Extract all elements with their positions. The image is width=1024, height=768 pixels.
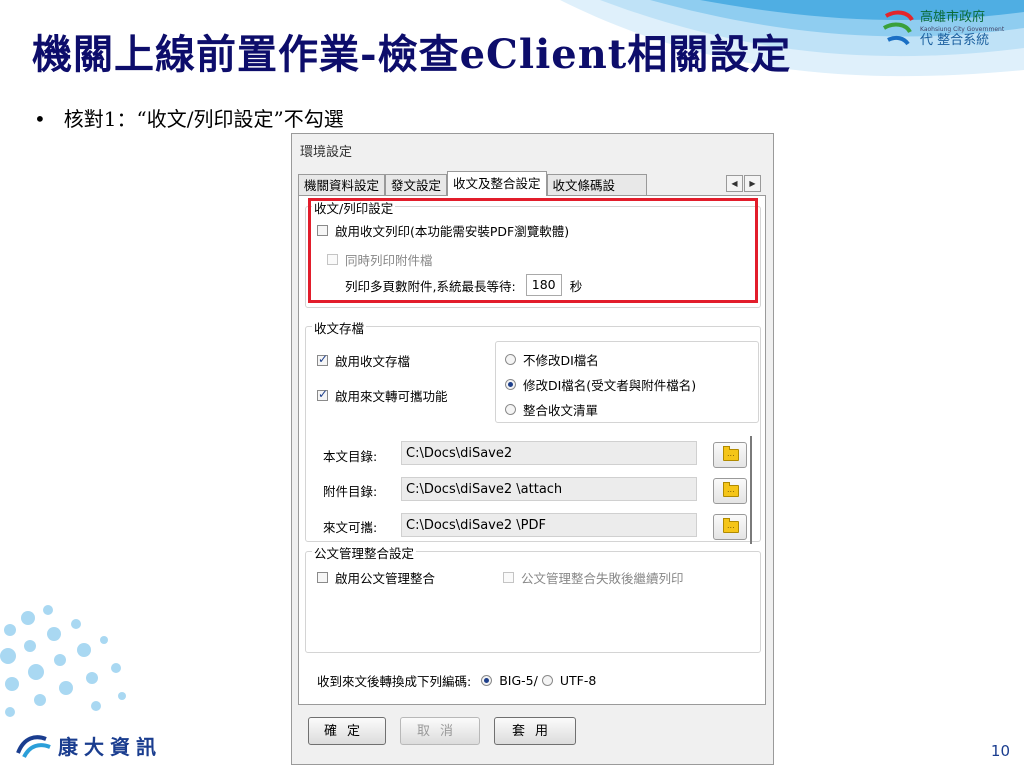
tab-dispatch-settings[interactable]: 發文設定 xyxy=(385,174,448,196)
rename-modify-label: 修改DI檔名(受文者與附件檔名) xyxy=(523,378,697,393)
page-number: 10 xyxy=(990,742,1010,760)
tab-scroll-left-icon[interactable]: ◀ xyxy=(726,175,743,192)
portable-dir-browse-button[interactable]: ... xyxy=(713,514,747,540)
attach-dir-browse-button[interactable]: ... xyxy=(713,478,747,504)
enable-archive-checkbox[interactable] xyxy=(317,352,328,366)
archive-group-title: 收文存檔 xyxy=(312,318,367,337)
encoding-utf8-radio[interactable] xyxy=(541,675,553,686)
enable-print-label: 啟用收文列印(本功能需安裝PDF瀏覽軟體) xyxy=(335,224,570,239)
continue-print-option: 公文管理整合失敗後繼續列印 xyxy=(503,568,684,587)
government-english-name: Kaohsiung City Government xyxy=(920,26,1005,33)
enable-archive-label: 啟用收文存檔 xyxy=(335,354,411,369)
print-wait-row: 列印多頁數附件,系統最長等待: 180 秒 xyxy=(345,274,582,296)
encoding-big5-label: BIG-5/ xyxy=(499,673,538,688)
continue-print-checkbox xyxy=(503,572,514,583)
print-attachments-label: 同時列印附件檔 xyxy=(345,253,433,268)
enable-integration-option[interactable]: 啟用公文管理整合 xyxy=(317,568,435,587)
company-logo-icon xyxy=(16,734,51,758)
scroll-divider xyxy=(750,436,752,544)
enable-portable-label: 啟用來文轉可攜功能 xyxy=(335,389,448,404)
encoding-row: 收到來文後轉換成下列編碼: BIG-5/ UTF-8 xyxy=(317,671,596,690)
encoding-label: 收到來文後轉換成下列編碼: xyxy=(317,674,472,689)
enable-integration-checkbox[interactable] xyxy=(317,572,328,583)
portable-dir-input[interactable]: C:\Docs\diSave2 \PDF xyxy=(401,513,697,537)
continue-print-label: 公文管理整合失敗後繼續列印 xyxy=(521,571,684,586)
ok-button[interactable]: 確定 xyxy=(308,717,386,745)
kaohsiung-government-logo: 高雄市政府 Kaohsiung City Government 代 整合系統 xyxy=(878,6,1018,60)
rename-list-radio[interactable] xyxy=(505,404,516,415)
environment-settings-dialog: 環境設定 機關資料設定 發文設定 收文及整合設定 收文條碼設 ◀ ▶ 收文/列印… xyxy=(291,133,774,765)
enable-print-option[interactable]: 啟用收文列印(本功能需安裝PDF瀏覽軟體) xyxy=(317,221,569,240)
attach-dir-label: 附件目錄: xyxy=(323,484,378,499)
folder-icon: ... xyxy=(723,518,739,533)
folder-icon: ... xyxy=(723,482,739,497)
bullet-point: • 核對1：“收文/列印設定”不勾選 xyxy=(34,103,344,132)
rename-option-modify[interactable]: 修改DI檔名(受文者與附件檔名) xyxy=(505,375,696,394)
rename-option-list[interactable]: 整合收文清單 xyxy=(505,400,598,419)
integration-group-title: 公文管理整合設定 xyxy=(312,543,417,562)
enable-archive-option[interactable]: 啟用收文存檔 xyxy=(317,351,410,370)
encoding-utf8-label: UTF-8 xyxy=(559,673,597,688)
body-dir-label: 本文目錄: xyxy=(323,449,378,464)
tab-agency-data[interactable]: 機關資料設定 xyxy=(298,174,386,196)
company-name: 康大資訊 xyxy=(58,735,162,759)
print-wait-unit: 秒 xyxy=(569,278,583,294)
portable-dir-label: 來文可攜: xyxy=(323,520,378,535)
enable-portable-checkbox[interactable] xyxy=(317,387,328,401)
cancel-button: 取消 xyxy=(400,717,480,745)
rename-keep-radio[interactable] xyxy=(505,354,516,365)
print-wait-label: 列印多頁數附件,系統最長等待: xyxy=(345,278,516,294)
government-name: 高雄市政府 xyxy=(920,10,986,25)
enable-print-checkbox[interactable] xyxy=(317,225,328,236)
rename-option-keep[interactable]: 不修改DI檔名 xyxy=(505,350,599,369)
apply-button[interactable]: 套用 xyxy=(494,717,576,745)
company-logo: 康大資訊 xyxy=(16,731,162,760)
folder-icon: ... xyxy=(723,446,739,461)
print-wait-input[interactable]: 180 xyxy=(525,274,562,296)
rename-list-label: 整合收文清單 xyxy=(523,403,599,418)
bullet-text: 核對1：“收文/列印設定”不勾選 xyxy=(63,107,344,131)
integration-group: 公文管理整合設定 xyxy=(305,543,761,653)
attach-dir-input[interactable]: C:\Docs\diSave2 \attach xyxy=(401,477,697,501)
tab-scroll-right-icon[interactable]: ▶ xyxy=(744,175,761,192)
print-attachments-option: 同時列印附件檔 xyxy=(327,250,433,269)
tab-bar: 機關資料設定 發文設定 收文及整合設定 收文條碼設 xyxy=(298,171,647,196)
government-emblem-icon xyxy=(882,10,914,46)
encoding-big5-radio[interactable] xyxy=(481,675,493,686)
enable-portable-option[interactable]: 啟用來文轉可攜功能 xyxy=(317,386,448,405)
print-attachments-checkbox xyxy=(327,254,338,265)
tab-receive-integration[interactable]: 收文及整合設定 xyxy=(447,171,547,196)
rename-keep-label: 不修改DI檔名 xyxy=(523,353,599,368)
dialog-title: 環境設定 xyxy=(300,145,353,160)
rename-modify-radio[interactable] xyxy=(505,379,516,390)
body-dir-browse-button[interactable]: ... xyxy=(713,442,747,468)
tab-panel: 收文/列印設定 啟用收文列印(本功能需安裝PDF瀏覽軟體) 同時列印附件檔 列印… xyxy=(298,195,766,705)
bullet-dot: • xyxy=(34,107,46,131)
body-dir-input[interactable]: C:\Docs\diSave2 xyxy=(401,441,697,465)
system-name: 代 整合系統 xyxy=(920,33,990,48)
tab-barcode-settings[interactable]: 收文條碼設 xyxy=(546,174,647,196)
slide-title: 機關上線前置作業-檢查eClient相關設定 xyxy=(32,31,792,78)
enable-integration-label: 啟用公文管理整合 xyxy=(335,571,436,586)
